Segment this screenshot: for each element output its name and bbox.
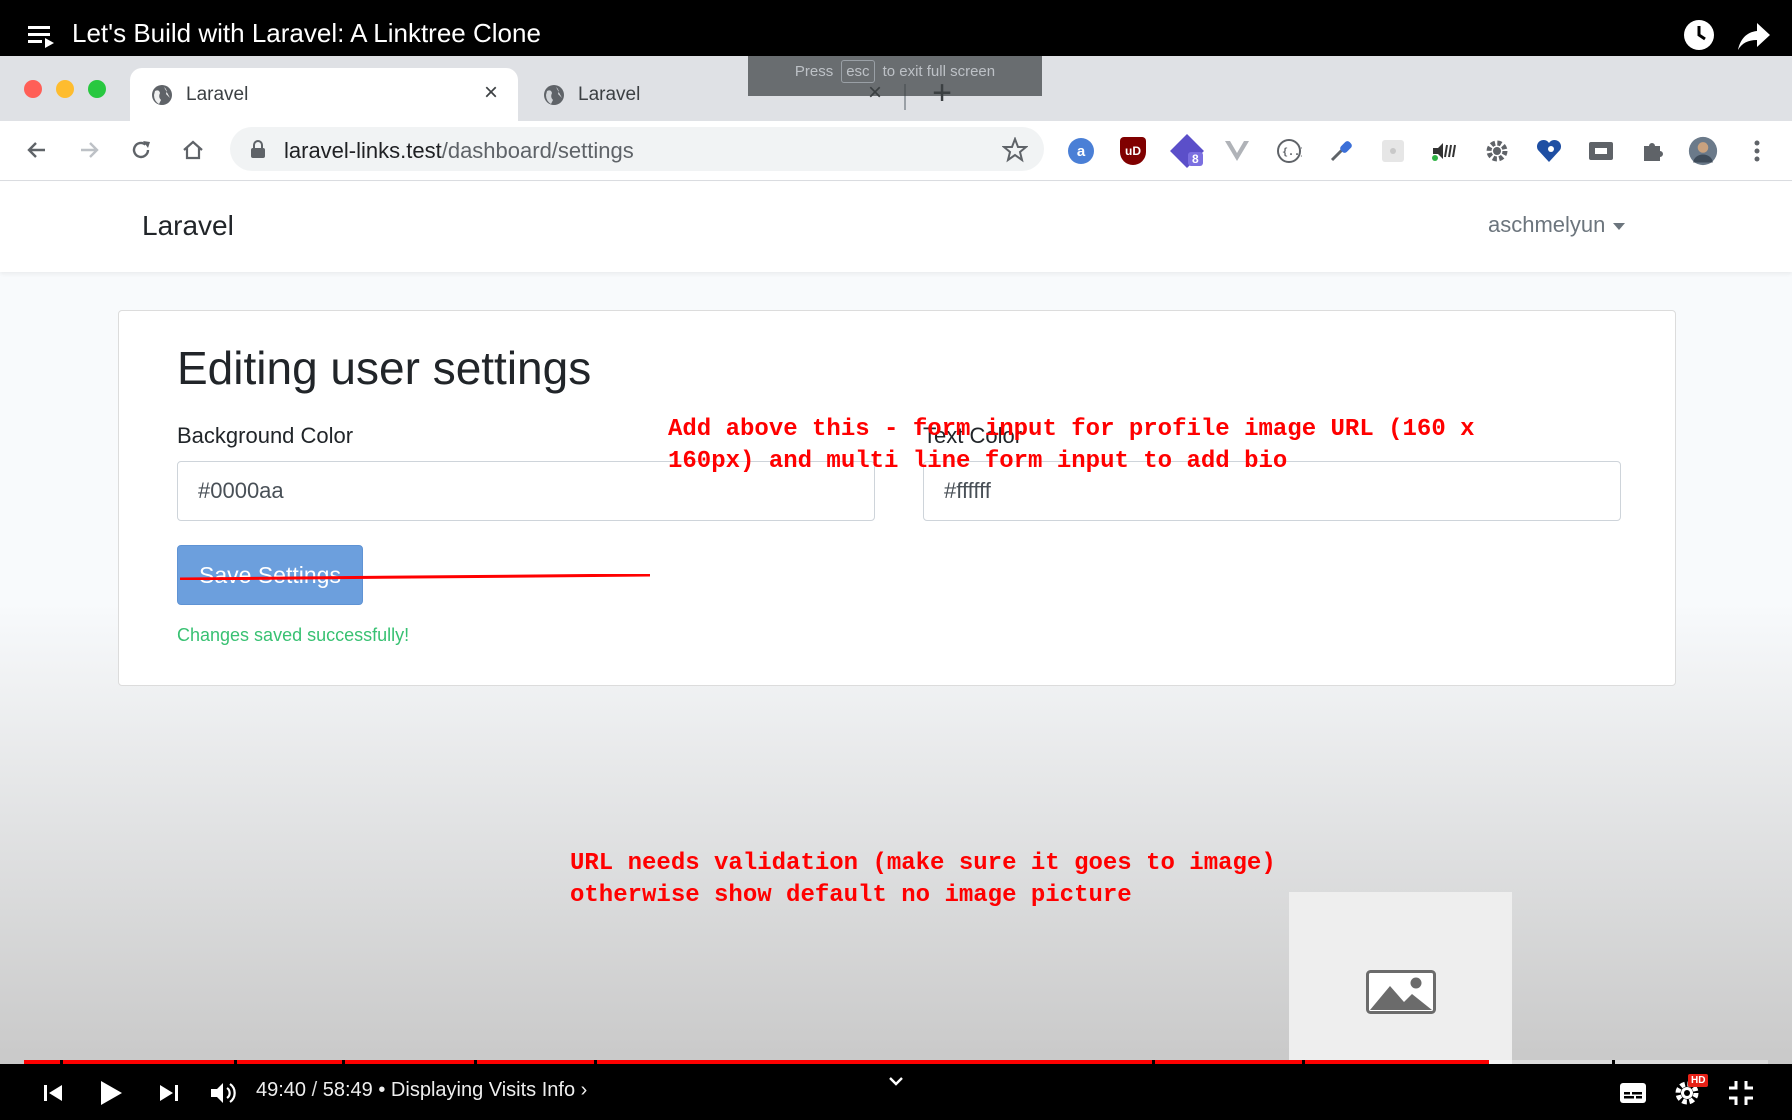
watch-later-icon[interactable]	[1683, 19, 1715, 51]
volume-button[interactable]	[208, 1078, 238, 1108]
home-button[interactable]	[178, 135, 208, 165]
user-dropdown[interactable]: aschmelyun	[1488, 212, 1626, 238]
annotation-top-line1: Add above this - form input for profile …	[668, 416, 1475, 443]
tab-laravel-active[interactable]: Laravel ×	[130, 68, 518, 121]
browser-toolbar: laravel-links.test/dashboard/settings a …	[0, 121, 1792, 181]
background-color-label: Background Color	[177, 423, 354, 448]
subtitles-button[interactable]	[1618, 1078, 1648, 1108]
skip-next-icon	[160, 1085, 178, 1101]
annotation-bottom: URL needs validation (make sure it goes …	[570, 848, 1276, 912]
extension-badge-count: 8	[1188, 152, 1203, 166]
user-name: aschmelyun	[1488, 212, 1606, 237]
color-picker-icon[interactable]	[1326, 136, 1356, 166]
caret-down-icon	[1613, 222, 1626, 230]
back-button[interactable]	[22, 135, 52, 165]
profile-avatar[interactable]	[1688, 136, 1718, 166]
current-time: 49:40	[256, 1079, 307, 1101]
exit-fullscreen-icon	[1729, 1081, 1753, 1105]
video-top-bar: Let's Build with Laravel: A Linktree Clo…	[0, 0, 1792, 56]
url-text[interactable]: laravel-links.test/dashboard/settings	[284, 138, 634, 164]
skip-previous-icon	[44, 1085, 62, 1101]
next-button[interactable]	[154, 1078, 184, 1108]
no-image-icon	[1365, 970, 1436, 1014]
annotation-top: Add above this - form input for profile …	[668, 414, 1475, 478]
lock-icon[interactable]	[250, 140, 266, 158]
video-controls: 49:40 / 58:49 • Displaying Visits Info ›…	[0, 1064, 1792, 1120]
url-path: /dashboard/settings	[441, 138, 634, 163]
hd-badge: HD	[1688, 1074, 1709, 1087]
globe-icon	[152, 85, 172, 105]
success-message: Changes saved successfully!	[177, 625, 410, 645]
fullscreen-hint-after: to exit full screen	[882, 62, 996, 80]
ublock-icon[interactable]: uD	[1118, 136, 1148, 166]
annotation-bottom-line1: URL needs validation (make sure it goes …	[570, 850, 1276, 877]
browser-window: Laravel × Laravel × + Press esc to exit …	[0, 56, 1792, 1064]
window-maximize-button[interactable]	[88, 80, 106, 98]
cast-icon[interactable]	[1586, 136, 1616, 166]
react-devtools-icon[interactable]	[1378, 136, 1408, 166]
extension-badge-icon[interactable]: 8	[1170, 134, 1204, 168]
chapter-chevron-icon[interactable]: ›	[581, 1079, 588, 1101]
tab-title: Laravel	[578, 84, 641, 105]
vue-devtools-icon[interactable]	[1222, 136, 1252, 166]
chapter-title[interactable]: • Displaying Visits Info	[378, 1079, 575, 1101]
window-minimize-button[interactable]	[56, 80, 74, 98]
home-icon	[183, 140, 203, 160]
window-close-button[interactable]	[24, 80, 42, 98]
chevron-down-icon[interactable]	[884, 1072, 908, 1092]
extension-a-icon[interactable]: a	[1066, 136, 1096, 166]
annotation-underline	[180, 574, 650, 580]
forward-button[interactable]	[74, 135, 104, 165]
tab-strip: Laravel × Laravel × + Press esc to exit …	[0, 56, 1792, 121]
json-viewer-icon[interactable]: {..}	[1274, 136, 1304, 166]
url-host: laravel-links.test	[284, 138, 442, 163]
arrow-left-icon	[27, 142, 45, 158]
arrow-right-icon	[81, 142, 99, 158]
extension-a-label: a	[1068, 138, 1094, 164]
extensions-puzzle-icon[interactable]	[1638, 136, 1668, 166]
web-page: Laravel aschmelyun Editing user settings…	[0, 182, 1792, 1064]
time-separator: /	[311, 1079, 318, 1101]
duration: 58:49	[322, 1079, 373, 1101]
tab-close-icon[interactable]: ×	[478, 80, 504, 106]
image-placeholder	[1289, 892, 1512, 1064]
bookmark-star-icon[interactable]	[1002, 137, 1028, 163]
video-title[interactable]: Let's Build with Laravel: A Linktree Clo…	[72, 18, 541, 49]
exit-fullscreen-button[interactable]	[1726, 1078, 1756, 1108]
navbar-brand[interactable]: Laravel	[142, 210, 234, 242]
volume-icon	[211, 1083, 236, 1103]
fullscreen-hint-before: Press	[794, 62, 834, 80]
play-button[interactable]	[96, 1078, 126, 1108]
settings-card: Editing user settings Background Color T…	[118, 310, 1676, 686]
playlist-menu-icon[interactable]	[26, 22, 56, 52]
audio-extension-icon[interactable]	[1430, 136, 1460, 166]
fullscreen-hint: Press esc to exit full screen	[748, 56, 1042, 96]
gear-extension-icon[interactable]	[1482, 136, 1512, 166]
time-display: 49:40 / 58:49 • Displaying Visits Info ›	[256, 1079, 587, 1102]
subtitles-icon	[1620, 1083, 1646, 1103]
app-navbar: Laravel aschmelyun	[0, 182, 1792, 272]
svg-text:{..}: {..}	[1282, 147, 1302, 158]
annotation-bottom-line2: otherwise show default no image picture	[570, 882, 1132, 909]
play-icon	[101, 1081, 122, 1105]
previous-button[interactable]	[38, 1078, 68, 1108]
tab-title: Laravel	[186, 84, 249, 105]
page-title: Editing user settings	[177, 342, 592, 394]
address-bar[interactable]: laravel-links.test/dashboard/settings	[230, 127, 1044, 171]
globe-icon	[544, 85, 564, 105]
ublock-label: uD	[1120, 137, 1146, 165]
heart-key-icon[interactable]	[1534, 136, 1564, 166]
reload-button[interactable]	[126, 135, 156, 165]
browser-menu-icon[interactable]	[1742, 136, 1772, 166]
annotation-top-line2: 160px) and multi line form input to add …	[668, 448, 1288, 475]
reload-icon	[132, 141, 150, 159]
settings-button[interactable]: HD	[1672, 1074, 1709, 1108]
fullscreen-hint-key: esc	[841, 59, 875, 83]
share-icon[interactable]	[1737, 21, 1771, 51]
